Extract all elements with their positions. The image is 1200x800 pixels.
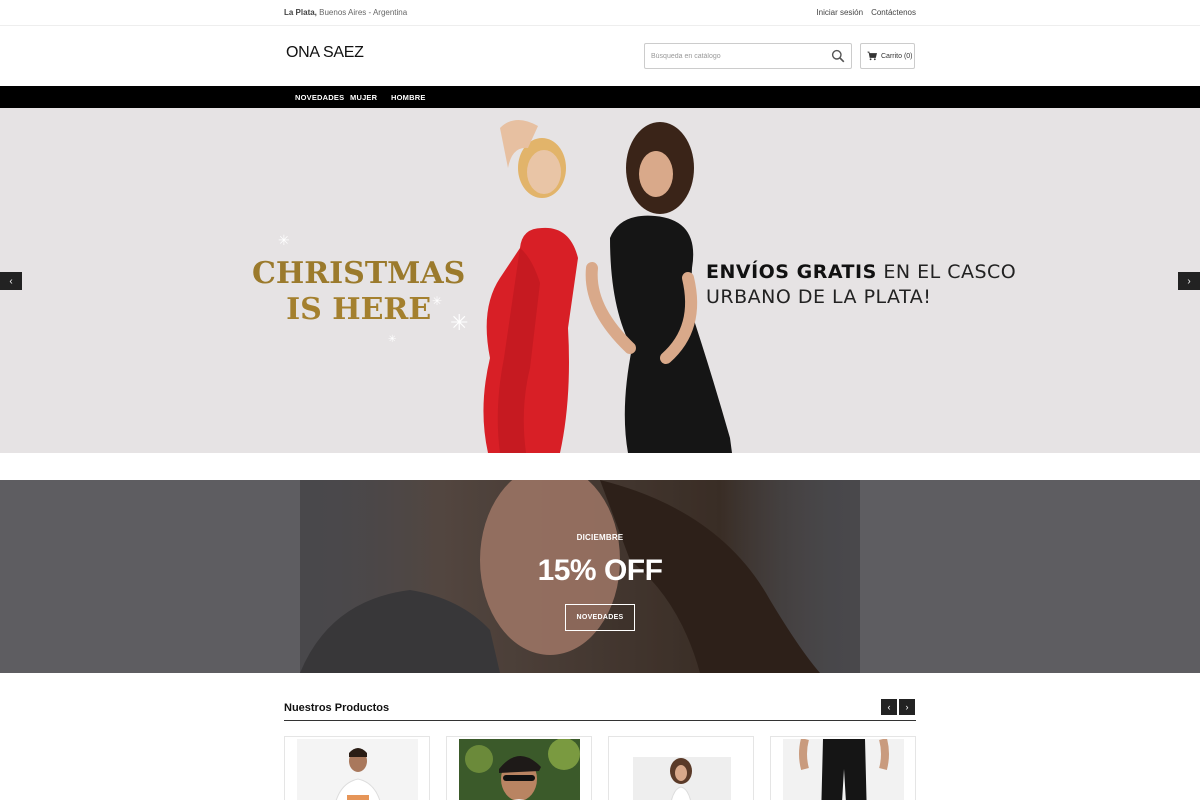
search-input[interactable] <box>645 44 821 68</box>
free-shipping-text: ENVÍOS GRATIS EN EL CASCO URBANO DE LA P… <box>706 260 1016 310</box>
location-region: Buenos Aires - Argentina <box>316 8 408 17</box>
product-image <box>783 739 904 800</box>
product-card[interactable] <box>770 736 916 800</box>
hero-slider: CHRISTMAS IS HERE ✳ ✳ ✳ ✳ ENVÍOS GRATIS … <box>0 108 1200 453</box>
site-header: ONA SAEZ Carrito (0) <box>0 26 1200 86</box>
snowflake-icon: ✳ <box>450 310 469 335</box>
chevron-left-icon: ‹ <box>887 702 891 712</box>
product-card[interactable] <box>608 736 754 800</box>
product-card[interactable] <box>284 736 430 800</box>
product-card[interactable] <box>446 736 592 800</box>
nav-item-mujer[interactable]: MUJER <box>350 93 377 102</box>
search-icon[interactable] <box>831 49 845 63</box>
products-prev-button[interactable]: ‹ <box>881 699 897 715</box>
top-bar: La Plata, Buenos Aires - Argentina Inici… <box>0 0 1200 26</box>
christmas-line-1: CHRISTMAS <box>252 256 466 291</box>
products-next-button[interactable]: › <box>899 699 915 715</box>
cart-icon <box>867 51 877 61</box>
store-location: La Plata, Buenos Aires - Argentina <box>284 8 407 17</box>
chevron-left-icon: ‹ <box>9 275 13 287</box>
product-image <box>633 757 731 800</box>
promo-month: DICIEMBRE <box>576 533 624 542</box>
free-shipping-rest: EN EL CASCO <box>876 261 1017 283</box>
location-city: La Plata, <box>284 8 317 17</box>
snowflake-icon: ✳ <box>432 294 443 308</box>
product-image <box>459 739 580 800</box>
nav-item-hombre[interactable]: HOMBRE <box>391 93 426 102</box>
contact-link[interactable]: Contáctenos <box>871 8 916 17</box>
christmas-headline: CHRISTMAS IS HERE <box>252 256 465 328</box>
search-box <box>644 43 852 69</box>
hero-next-button[interactable]: › <box>1178 272 1200 290</box>
free-shipping-line-2: URBANO DE LA PLATA! <box>706 286 932 308</box>
login-link[interactable]: Iniciar sesión <box>816 8 863 17</box>
cart-label: Carrito (0) <box>881 52 913 60</box>
chevron-right-icon: › <box>1187 275 1191 287</box>
product-image <box>297 739 418 800</box>
section-divider <box>284 720 916 721</box>
promo-banner: DICIEMBRE 15% OFF NOVEDADES <box>0 480 1200 673</box>
snowflake-icon: ✳ <box>388 334 397 345</box>
hero-prev-button[interactable]: ‹ <box>0 272 22 290</box>
nav-item-novedades[interactable]: NOVEDADES <box>295 93 344 102</box>
snowflake-icon: ✳ <box>278 232 290 248</box>
top-links: Iniciar sesión Contáctenos <box>816 8 916 17</box>
promo-novedades-button[interactable]: NOVEDADES <box>565 604 635 631</box>
products-section-title: Nuestros Productos <box>284 702 390 714</box>
main-nav: NOVEDADES MUJER HOMBRE <box>0 86 1200 108</box>
store-logo[interactable]: ONA SAEZ <box>286 44 364 62</box>
free-shipping-bold: ENVÍOS GRATIS <box>706 261 877 283</box>
promo-discount: 15% OFF <box>537 554 663 587</box>
chevron-right-icon: › <box>905 702 909 712</box>
cart-button[interactable]: Carrito (0) <box>860 43 915 69</box>
